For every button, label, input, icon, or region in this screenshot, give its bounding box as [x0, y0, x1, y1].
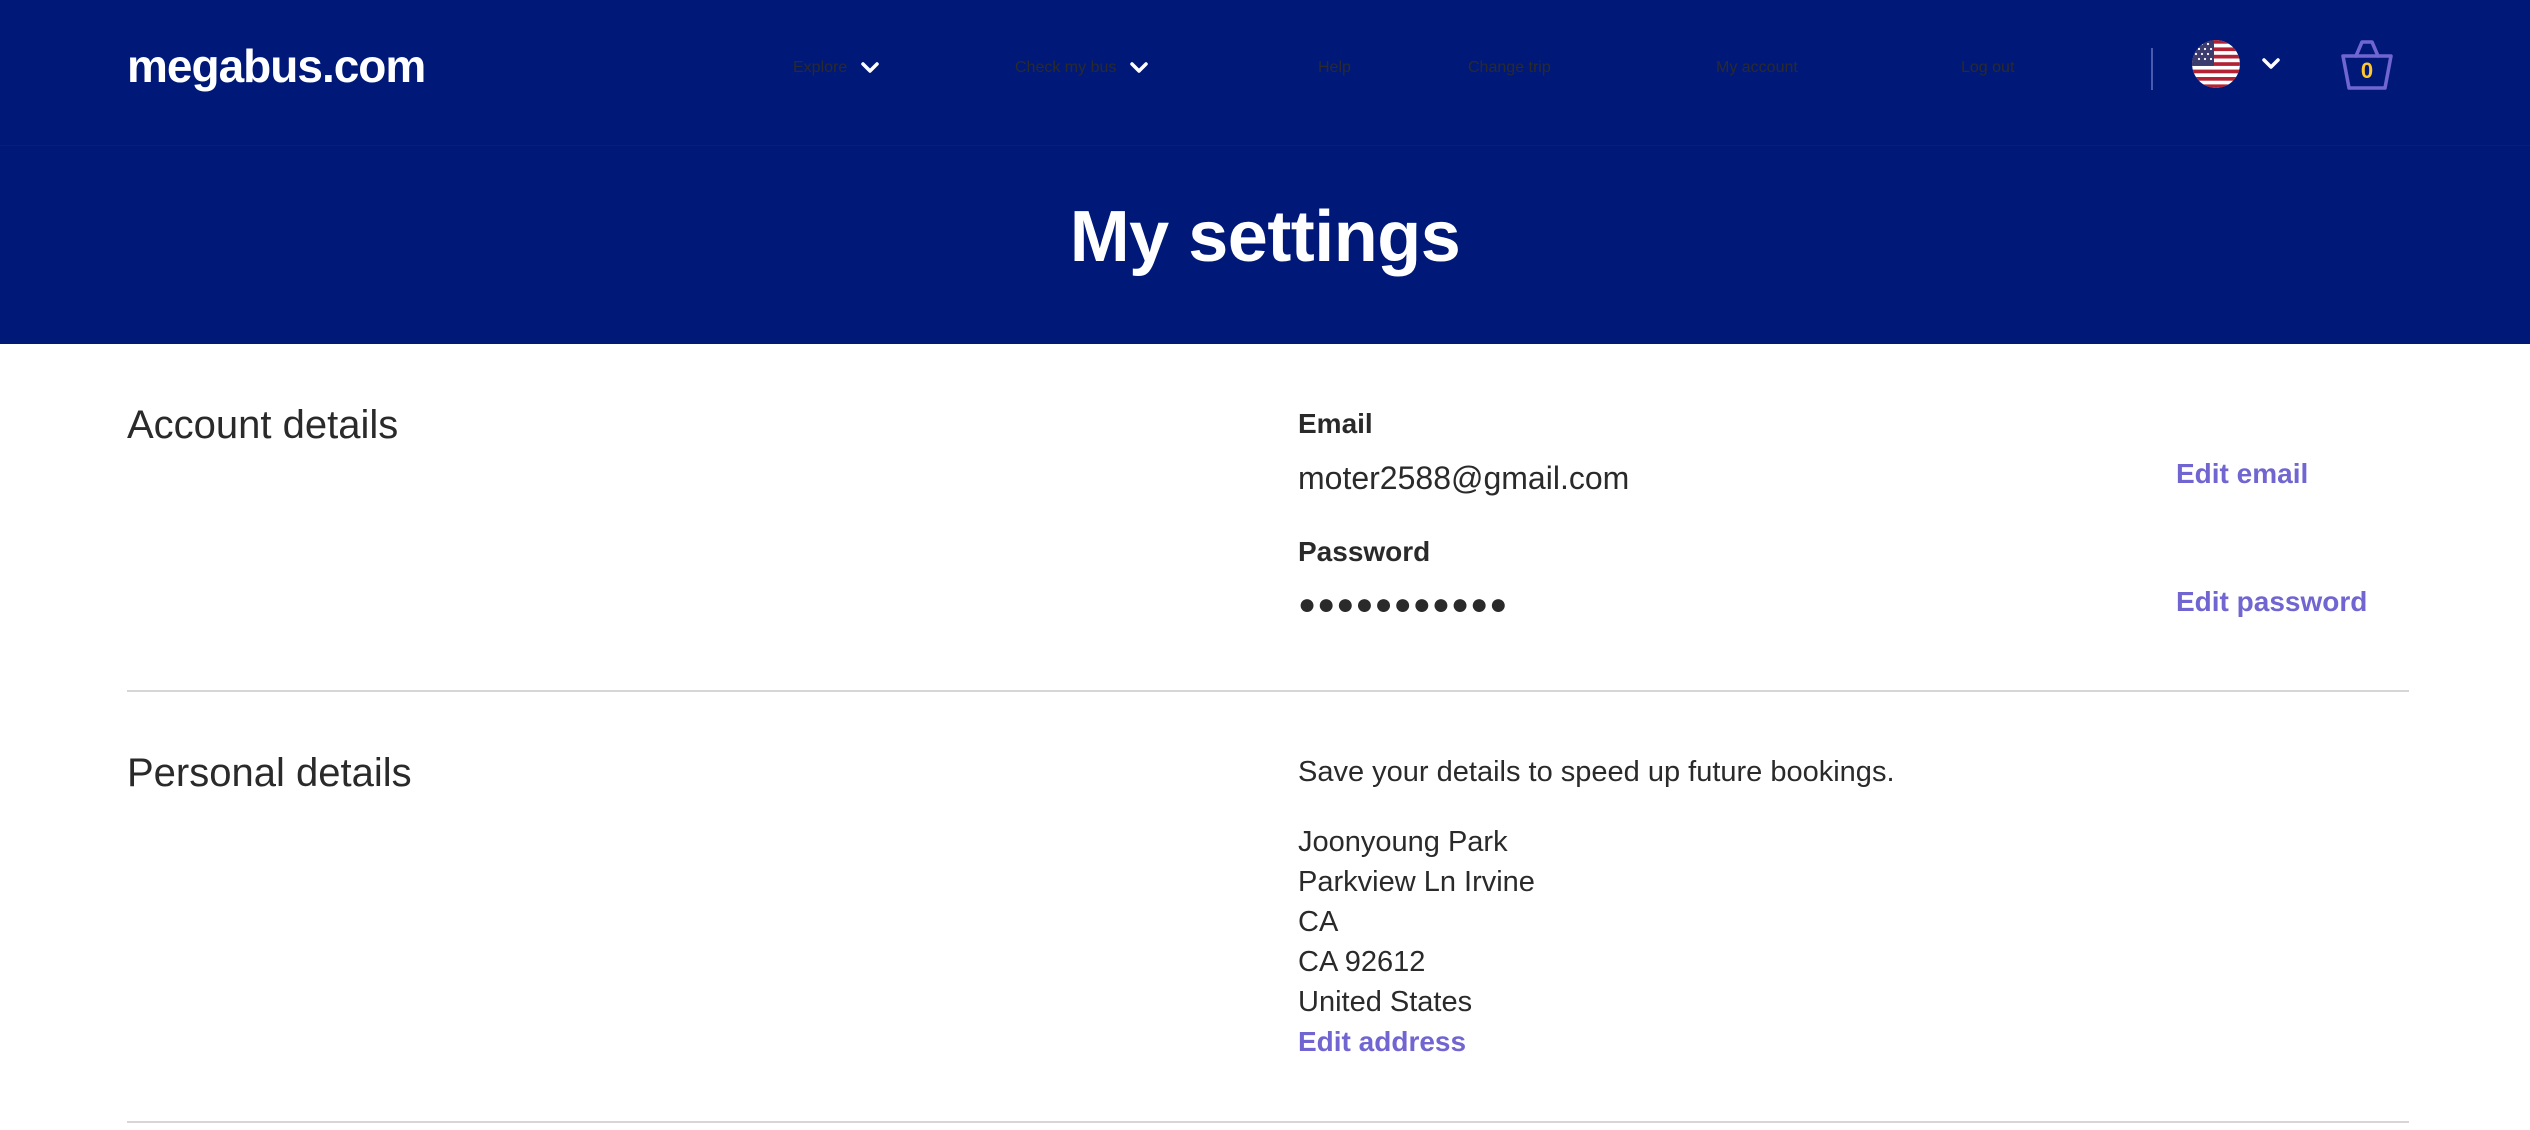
page-title: My settings	[1069, 197, 1461, 277]
nav-log-out[interactable]: Log out	[1961, 50, 2014, 86]
account-details-heading: Account details	[127, 403, 399, 447]
nav-help-label: Help	[1318, 59, 1351, 76]
edit-email-link[interactable]: Edit email	[2176, 456, 2308, 492]
address-country: United States	[1298, 986, 1473, 1018]
email-value: moter2588@gmail.com	[1298, 460, 1630, 496]
chevron-down-icon	[861, 62, 879, 73]
section-divider	[127, 1121, 2409, 1123]
chevron-down-icon	[2262, 58, 2280, 69]
title-band: My settings	[0, 146, 2530, 344]
nav-change-trip[interactable]: Change trip	[1468, 50, 1551, 86]
chevron-down-icon	[1130, 62, 1149, 73]
nav-change-trip-label: Change trip	[1468, 59, 1551, 76]
edit-address-link[interactable]: Edit address	[1298, 1024, 1466, 1060]
edit-password-link[interactable]: Edit password	[2176, 584, 2367, 620]
password-label: Password	[1298, 536, 1431, 567]
nav-my-account-label: My account	[1716, 59, 1798, 76]
country-selector[interactable]	[2192, 40, 2282, 88]
address-name: Joonyoung Park	[1298, 826, 1508, 858]
nav-divider	[2151, 48, 2153, 90]
nav-explore-label: Explore	[793, 59, 848, 76]
password-value: ●●●●●●●●●●●	[1298, 588, 1509, 621]
personal-details-heading: Personal details	[127, 751, 412, 795]
nav-my-account[interactable]: My account	[1716, 50, 1798, 86]
nav-explore[interactable]: Explore	[793, 50, 881, 86]
address-state: CA	[1298, 906, 1339, 938]
nav-check-my-bus[interactable]: Check my bus	[1015, 50, 1150, 86]
address-street: Parkview Ln Irvine	[1298, 866, 1535, 898]
section-divider	[127, 690, 2409, 692]
nav-help[interactable]: Help	[1318, 50, 1351, 86]
nav-log-out-label: Log out	[1961, 59, 2015, 76]
email-label: Email	[1298, 408, 1373, 439]
top-nav-bar: megabus.com Explore Check my bus Help Ch…	[0, 0, 2530, 146]
us-flag-icon	[2192, 40, 2240, 88]
basket-count: 0	[2360, 58, 2374, 83]
address-postcode: CA 92612	[1298, 946, 1426, 978]
megabus-logo[interactable]: megabus.com	[127, 38, 426, 94]
nav-check-my-bus-label: Check my bus	[1015, 59, 1117, 76]
personal-details-intro: Save your details to speed up future boo…	[1298, 756, 1895, 788]
